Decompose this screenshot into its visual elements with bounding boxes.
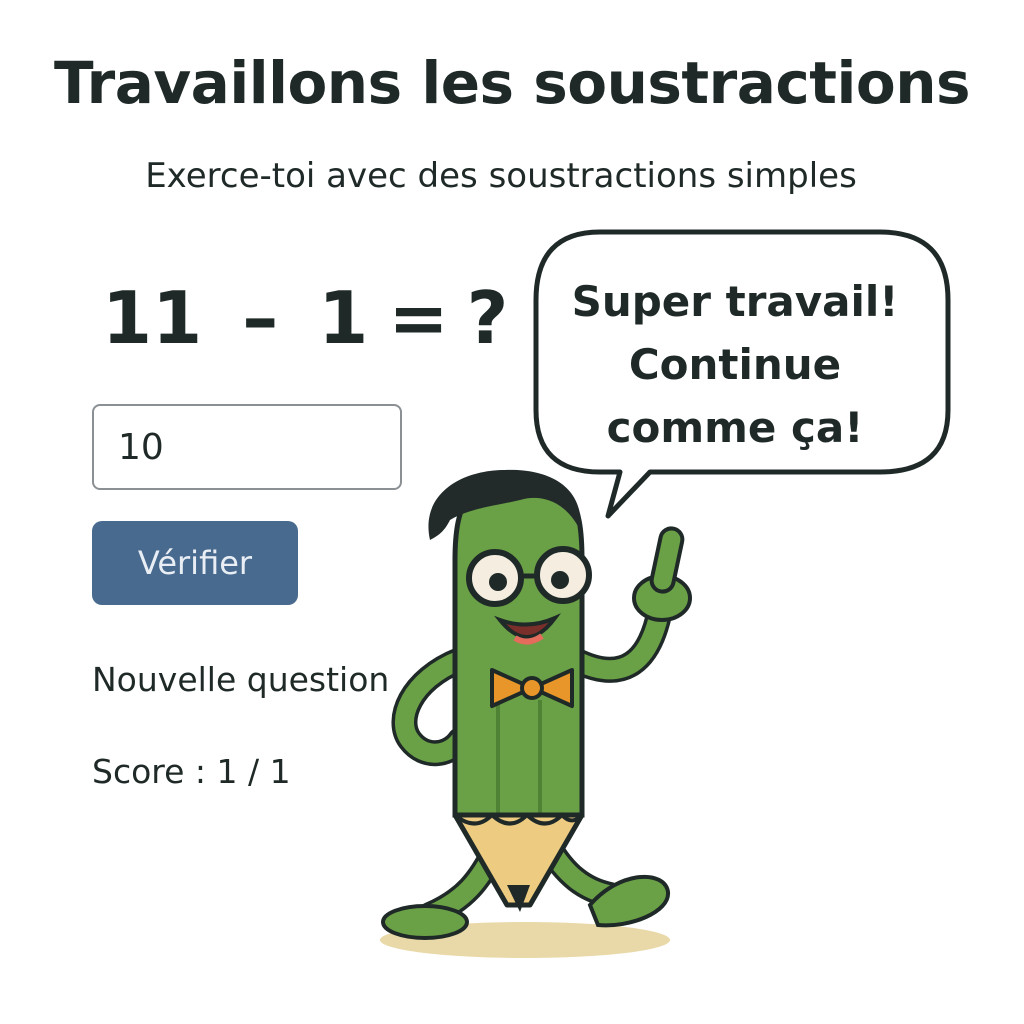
score-display: Score : 1 / 1 — [92, 752, 291, 791]
page-subtitle: Exerce-toi avec des soustractions simple… — [145, 156, 857, 196]
left-foot — [381, 904, 469, 940]
speech-line: Super travail! — [571, 277, 899, 326]
speech-bubble-text: Super travail! Continue comme ça! — [540, 270, 930, 459]
new-question-link[interactable]: Nouvelle question — [92, 660, 389, 699]
speech-line: Continue — [628, 340, 842, 389]
exercise-page: Travaillons les soustractions Exerce-toi… — [0, 0, 1024, 1024]
pencil-body — [452, 473, 585, 818]
answer-input[interactable] — [92, 404, 402, 490]
verify-button[interactable]: Vérifier — [92, 521, 298, 605]
operand-a: 11 — [102, 276, 203, 360]
page-title: Travaillons les soustractions — [53, 49, 971, 117]
operand-b: 1 — [318, 276, 369, 360]
minus-operator: – — [242, 276, 279, 360]
speech-line: comme ça! — [606, 403, 864, 452]
